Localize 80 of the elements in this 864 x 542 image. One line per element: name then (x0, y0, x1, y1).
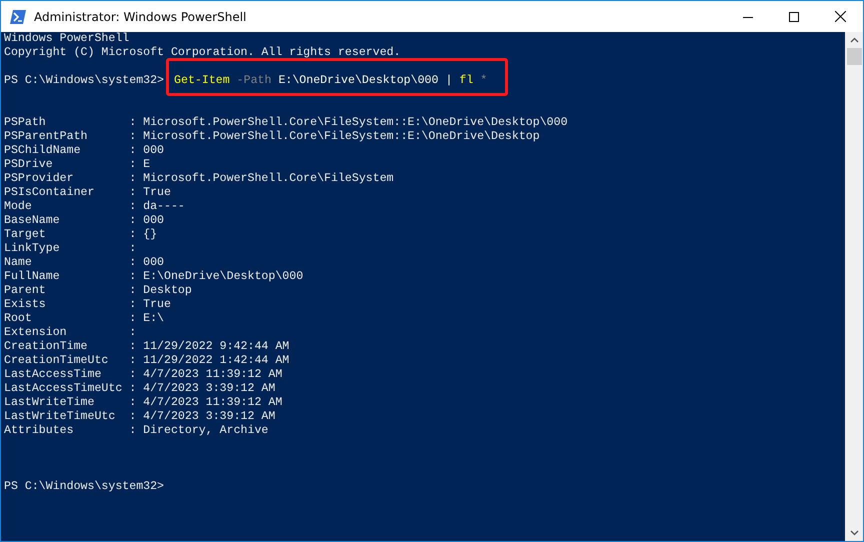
property-separator: : (129, 354, 136, 368)
property-value: Microsoft.PowerShell.Core\FileSystem (143, 172, 394, 186)
property-separator: : (129, 130, 136, 144)
property-name: Name (4, 256, 33, 270)
property-name: CreationTimeUtc (4, 354, 110, 368)
scroll-thumb[interactable] (846, 48, 862, 65)
maximize-icon (789, 12, 799, 22)
property-name: PSDrive (4, 158, 54, 172)
property-name: Parent (4, 284, 47, 298)
property-value: 4/7/2023 11:39:12 AM (143, 368, 282, 382)
property-value: E:\OneDrive\Desktop\000 (143, 270, 304, 284)
scrollbar[interactable] (845, 32, 863, 541)
property-name: LastAccessTime (4, 368, 102, 382)
property-separator: : (129, 144, 136, 158)
property-value: Microsoft.PowerShell.Core\FileSystem::E:\OneDrive\Desktop (143, 130, 540, 144)
window-title: Administrator: Windows PowerShell (34, 10, 246, 24)
property-name: Root (4, 312, 33, 326)
property-separator: : (129, 242, 136, 256)
property-separator: : (129, 200, 136, 214)
property-separator: : (129, 116, 136, 130)
property-name: BaseName (4, 214, 61, 228)
property-name: CreationTime (4, 340, 88, 354)
property-name: PSIsContainer (4, 186, 96, 200)
property-separator: : (129, 270, 136, 284)
property-name: PSProvider (4, 172, 75, 186)
property-value: 4/7/2023 11:39:12 AM (143, 396, 282, 410)
property-name: Mode (4, 200, 33, 214)
property-separator: : (129, 368, 136, 382)
property-separator: : (129, 256, 136, 270)
property-separator: : (129, 228, 136, 242)
property-separator: : (129, 340, 136, 354)
property-value: Desktop (143, 284, 192, 298)
property-separator: : (129, 172, 136, 186)
property-value: E (143, 158, 150, 172)
property-separator: : (129, 382, 136, 396)
property-name: LinkType (4, 242, 61, 256)
powershell-icon (10, 10, 26, 24)
property-name: Attributes (4, 424, 75, 438)
property-value: 4/7/2023 3:39:12 AM (143, 382, 276, 396)
property-value: 4/7/2023 3:39:12 AM (143, 410, 276, 424)
property-value: 11/29/2022 9:42:44 AM (143, 340, 290, 354)
property-value: True (143, 298, 171, 312)
property-value: Directory, Archive (143, 424, 268, 438)
property-separator: : (129, 396, 136, 410)
property-separator: : (129, 186, 136, 200)
property-name: LastWriteTimeUtc (4, 410, 116, 424)
property-value: True (143, 186, 171, 200)
property-separator: : (129, 284, 136, 298)
scroll-up-icon[interactable] (850, 37, 858, 43)
property-value: {} (143, 228, 158, 242)
close-icon (834, 11, 846, 22)
property-value: Microsoft.PowerShell.Core\FileSystem::E:\OneDrive\Desktop\000 (143, 116, 568, 130)
property-value: 000 (143, 256, 164, 270)
property-name: Extension (4, 326, 68, 340)
property-name: PSParentPath (4, 130, 88, 144)
property-name: LastAccessTimeUtc (4, 382, 124, 396)
property-value: E:\ (143, 312, 164, 326)
prompt-text: PS C:\Windows\system32> (4, 480, 164, 494)
console-text: Copyright (C) Microsoft Corporation. All rights reserved. (4, 46, 401, 60)
property-separator: : (129, 424, 136, 438)
prompt-text: PS C:\Windows\system32> (4, 74, 164, 88)
property-name: Target (4, 228, 47, 242)
property-separator: : (129, 312, 136, 326)
property-name: Exists (4, 298, 47, 312)
property-separator: : (129, 298, 136, 312)
property-value: 11/29/2022 1:42:44 AM (143, 354, 290, 368)
command-text: Get-Item -Path E:\OneDrive\Desktop\000 | fl * (174, 74, 488, 88)
property-name: FullName (4, 270, 61, 284)
property-name: LastWriteTime (4, 396, 96, 410)
property-value: 000 (143, 214, 164, 228)
property-separator: : (129, 410, 136, 424)
scroll-down-icon[interactable] (850, 530, 858, 536)
property-separator: : (129, 158, 136, 172)
property-separator: : (129, 214, 136, 228)
property-separator: : (129, 326, 136, 340)
property-name: PSChildName (4, 144, 82, 158)
property-value: 000 (143, 144, 164, 158)
property-value: da---- (143, 200, 185, 214)
property-name: PSPath (4, 116, 47, 130)
console-text: Windows PowerShell (4, 32, 130, 46)
